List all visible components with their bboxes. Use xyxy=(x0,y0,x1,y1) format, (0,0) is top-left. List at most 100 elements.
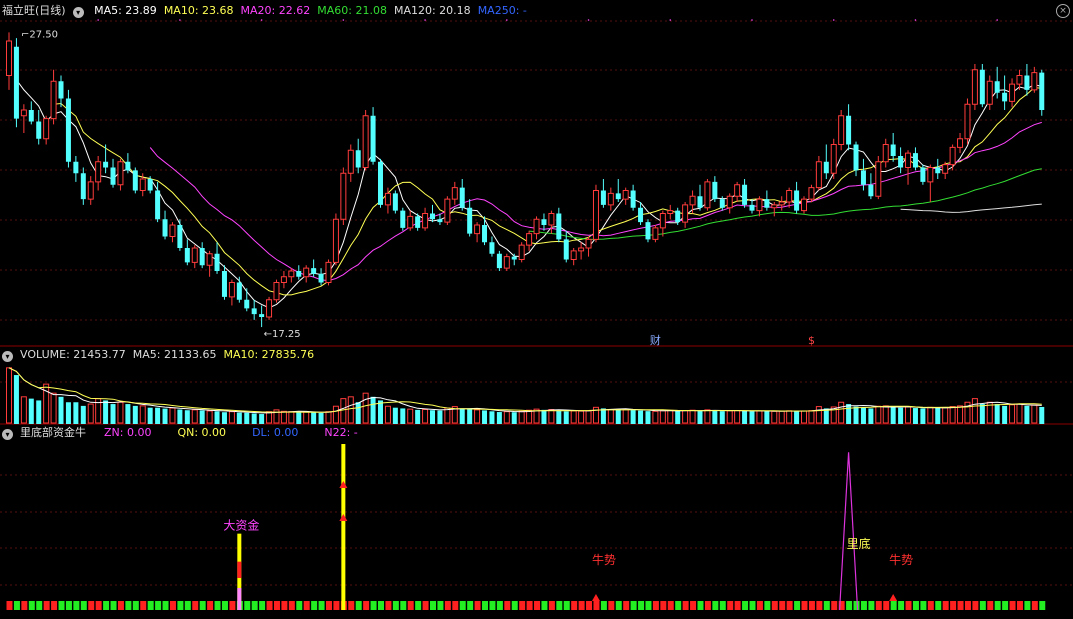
volume-bar xyxy=(244,412,250,424)
candle-body xyxy=(794,190,800,211)
trend-strip-cell xyxy=(808,601,815,610)
candle-body xyxy=(347,149,354,174)
candle-body xyxy=(548,213,555,226)
chevron-down-icon[interactable]: ▾ xyxy=(2,429,13,440)
top-dot xyxy=(996,19,998,21)
volume-bar xyxy=(607,409,614,424)
candle-body xyxy=(1009,83,1016,102)
candle-body xyxy=(667,210,674,214)
volume-bar xyxy=(920,408,926,424)
chevron-down-icon[interactable]: ▾ xyxy=(2,351,13,362)
candle-body xyxy=(971,69,978,105)
trend-strip-cell xyxy=(682,601,689,610)
volume-bar xyxy=(749,411,755,424)
trend-strip-cell xyxy=(244,601,251,610)
candle-body xyxy=(808,187,815,200)
volume-bar xyxy=(949,406,956,424)
trend-strip-cell xyxy=(571,601,578,610)
trend-strip-cell xyxy=(474,601,481,610)
volume-bar xyxy=(719,411,725,424)
volume-bar xyxy=(942,407,949,424)
trend-strip-cell xyxy=(883,601,890,610)
volume-bar xyxy=(846,404,852,424)
trend-strip-cell xyxy=(697,601,704,610)
trend-strip-cell xyxy=(444,601,451,610)
candle-body xyxy=(890,144,896,156)
volume-bar xyxy=(303,411,310,424)
candle-body xyxy=(392,193,398,211)
volume-bar xyxy=(815,406,822,424)
candle-body xyxy=(882,144,889,163)
trend-strip-cell xyxy=(430,601,437,610)
candle-body xyxy=(95,161,102,183)
trend-strip-cell xyxy=(348,601,355,610)
bull-label: 牛势 xyxy=(592,552,616,567)
volume-bar xyxy=(318,412,324,424)
volume-bar xyxy=(548,409,555,424)
volume-bar xyxy=(296,412,302,424)
top-dot xyxy=(832,19,835,21)
chevron-down-icon[interactable]: ▾ xyxy=(72,7,84,18)
trend-strip-cell xyxy=(890,601,897,610)
candle-body xyxy=(912,153,918,168)
ma5-line xyxy=(15,79,1042,309)
volume-bar xyxy=(437,410,443,424)
close-icon[interactable]: × xyxy=(1056,4,1070,18)
trend-strip-cell xyxy=(125,601,132,610)
trend-strip-cell xyxy=(600,601,607,610)
candle-body xyxy=(526,233,533,246)
volume-bar xyxy=(526,409,533,424)
trend-strip-cell xyxy=(920,601,927,610)
volume-label-0: VOLUME: 21453.77 xyxy=(20,348,126,361)
top-dot xyxy=(587,19,590,21)
candle-body xyxy=(742,184,748,205)
candle-body xyxy=(296,271,302,277)
candle-body xyxy=(332,218,339,263)
candle-body xyxy=(935,167,941,174)
trend-strip-cell xyxy=(719,601,726,610)
trend-strip-cell xyxy=(667,601,674,610)
trend-strip-cell xyxy=(771,601,778,610)
top-dot xyxy=(342,19,345,21)
volume-bar xyxy=(927,406,934,424)
trend-strip-cell xyxy=(221,601,228,610)
high-price-label: ⌐27.50 xyxy=(21,29,58,40)
volume-bar xyxy=(726,410,733,424)
volume-bar xyxy=(311,412,317,424)
trend-strip-cell xyxy=(162,601,169,610)
trend-strip-cell xyxy=(764,601,771,610)
trend-strip-cell xyxy=(950,601,957,610)
trend-strip-cell xyxy=(526,601,533,610)
candle-body xyxy=(585,238,592,249)
candle-body xyxy=(214,253,220,271)
volume-bar xyxy=(214,411,220,424)
trend-strip-cell xyxy=(563,601,570,610)
volume-bar xyxy=(563,411,569,424)
candle-body xyxy=(846,115,852,145)
volume-bar xyxy=(659,410,666,424)
indicator-title[interactable]: 里底部资金牛 xyxy=(20,426,86,439)
trend-strip-cell xyxy=(273,601,280,610)
candle-body xyxy=(786,190,793,203)
volume-bar xyxy=(125,404,131,424)
trend-strip-cell xyxy=(363,601,370,610)
candle-body xyxy=(503,256,510,269)
trend-strip-cell xyxy=(794,601,801,610)
volume-bar xyxy=(1039,406,1045,424)
candle-body xyxy=(407,215,414,229)
stock-title[interactable]: 福立旺(日线) xyxy=(2,4,66,17)
volume-bar xyxy=(50,392,57,424)
trend-strip-cell xyxy=(1024,601,1031,610)
candle-body xyxy=(288,270,295,278)
trend-strip-cell xyxy=(51,601,58,610)
candle-body xyxy=(719,199,725,208)
bull-arrow xyxy=(889,594,898,601)
top-dot xyxy=(506,19,508,21)
trend-strip-cell xyxy=(378,601,384,610)
trend-strip-cell xyxy=(935,601,942,610)
trend-strip-cell xyxy=(831,601,838,610)
candle-body xyxy=(437,219,443,223)
top-dot xyxy=(179,19,181,21)
trend-strip-cell xyxy=(207,601,214,610)
top-dot xyxy=(914,19,917,21)
